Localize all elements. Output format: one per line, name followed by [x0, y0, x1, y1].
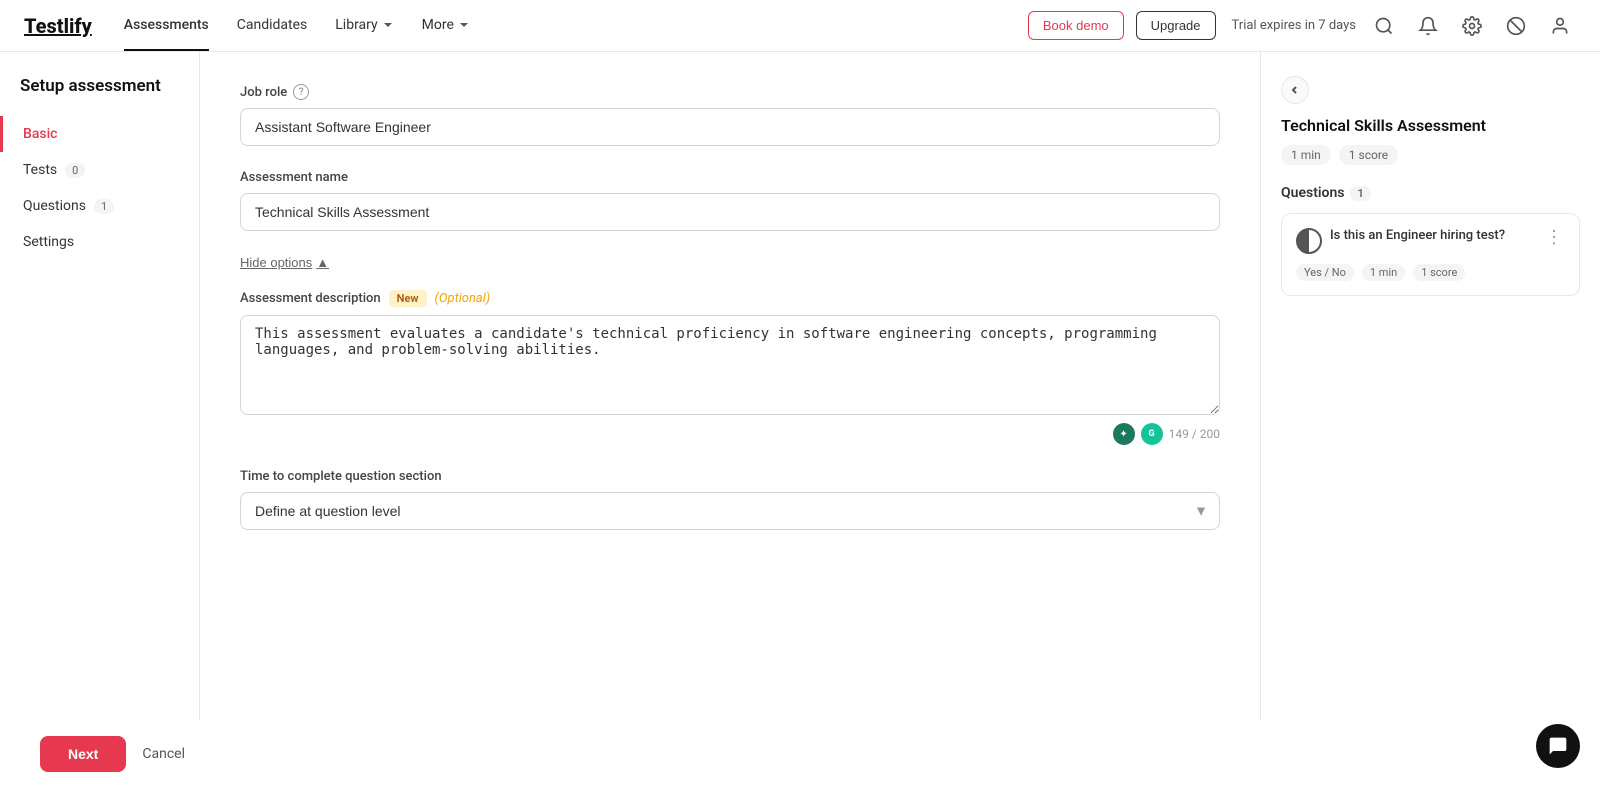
time-complete-label: Time to complete question section: [240, 469, 1220, 484]
job-role-group: Job role ?: [240, 84, 1220, 146]
assessment-name-label: Assessment name: [240, 170, 1220, 185]
cancel-button[interactable]: Cancel: [142, 746, 185, 762]
nav-library[interactable]: Library: [335, 1, 393, 51]
assessment-desc-group: Assessment description New (Optional) Th…: [240, 290, 1220, 445]
optional-text: (Optional): [435, 291, 491, 306]
job-role-input[interactable]: [240, 108, 1220, 146]
profile-button[interactable]: [1544, 10, 1576, 42]
questions-count-badge: 1: [1350, 186, 1370, 201]
assessment-name-input[interactable]: [240, 193, 1220, 231]
search-button[interactable]: [1368, 10, 1400, 42]
textarea-footer: ✦ G 149 / 200: [240, 423, 1220, 445]
sidebar-item-basic-label: Basic: [23, 126, 57, 142]
questions-badge: 1: [94, 199, 114, 214]
nav-assessments[interactable]: Assessments: [124, 1, 209, 51]
assessment-desc-label: Assessment description: [240, 291, 381, 306]
sidebar-item-questions[interactable]: Questions 1: [0, 188, 199, 224]
question-meta: Yes / No 1 min 1 score: [1296, 264, 1565, 281]
assessment-name-group: Assessment name: [240, 170, 1220, 231]
chat-button[interactable]: [1536, 724, 1580, 768]
job-role-help-icon[interactable]: ?: [293, 84, 309, 100]
assessment-desc-textarea[interactable]: This assessment evaluates a candidate's …: [240, 315, 1220, 415]
sidebar-item-tests[interactable]: Tests 0: [0, 152, 199, 188]
main-layout: Setup assessment Basic Tests 0 Questions…: [0, 52, 1600, 788]
grammarly-icon[interactable]: G: [1141, 423, 1163, 445]
nav-actions: Book demo Upgrade Trial expires in 7 day…: [1028, 10, 1576, 42]
sidebar-item-settings-label: Settings: [23, 234, 74, 250]
char-count: 149 / 200: [1169, 427, 1220, 441]
question-card-header: Is this an Engineer hiring test? ⋮: [1296, 228, 1565, 254]
sidebar-title: Setup assessment: [0, 76, 199, 116]
question-text: Is this an Engineer hiring test?: [1330, 228, 1543, 243]
panel-collapse-button[interactable]: [1281, 76, 1309, 104]
question-type-icon: [1296, 228, 1322, 254]
question-card: Is this an Engineer hiring test? ⋮ Yes /…: [1281, 213, 1580, 296]
question-min-badge: 1 min: [1362, 264, 1405, 281]
new-badge: New: [389, 290, 427, 307]
panel-badge-min: 1 min: [1281, 145, 1331, 165]
settings-button[interactable]: [1456, 10, 1488, 42]
nav-more[interactable]: More: [422, 1, 470, 51]
question-yes-no-badge: Yes / No: [1296, 264, 1354, 281]
form-footer: Next Cancel: [0, 720, 1600, 788]
main-content: Job role ? Assessment name Hide options …: [200, 52, 1260, 788]
upgrade-button[interactable]: Upgrade: [1136, 11, 1216, 40]
hide-options-button[interactable]: Hide options ▲: [240, 255, 329, 270]
sidebar-item-questions-label: Questions: [23, 198, 86, 214]
panel-badges: 1 min 1 score: [1281, 145, 1580, 165]
sidebar: Setup assessment Basic Tests 0 Questions…: [0, 52, 200, 788]
next-button[interactable]: Next: [40, 736, 126, 772]
ai-icon[interactable]: ✦: [1113, 423, 1135, 445]
trial-badge: Trial expires in 7 days: [1232, 18, 1356, 33]
panel-badge-score: 1 score: [1339, 145, 1398, 165]
logo[interactable]: Testlify: [24, 14, 92, 38]
flag-button[interactable]: [1500, 10, 1532, 42]
job-role-label: Job role ?: [240, 84, 1220, 100]
panel-title: Technical Skills Assessment: [1281, 116, 1580, 135]
time-select-wrapper: Define at question level ▼: [240, 492, 1220, 530]
questions-header: Questions 1: [1281, 185, 1580, 201]
time-complete-group: Time to complete question section Define…: [240, 469, 1220, 530]
sidebar-item-tests-label: Tests: [23, 162, 57, 178]
time-complete-select[interactable]: Define at question level: [240, 492, 1220, 530]
sidebar-item-settings[interactable]: Settings: [0, 224, 199, 260]
question-menu-button[interactable]: ⋮: [1543, 228, 1565, 246]
notifications-button[interactable]: [1412, 10, 1444, 42]
nav-links: Assessments Candidates Library More: [124, 1, 1028, 51]
nav-candidates[interactable]: Candidates: [237, 1, 308, 51]
navbar: Testlify Assessments Candidates Library …: [0, 0, 1600, 52]
tests-badge: 0: [65, 163, 85, 178]
question-score-badge: 1 score: [1413, 264, 1465, 281]
book-demo-button[interactable]: Book demo: [1028, 11, 1124, 40]
sidebar-item-basic[interactable]: Basic: [0, 116, 199, 152]
desc-label-row: Assessment description New (Optional): [240, 290, 1220, 307]
right-panel: Technical Skills Assessment 1 min 1 scor…: [1260, 52, 1600, 788]
